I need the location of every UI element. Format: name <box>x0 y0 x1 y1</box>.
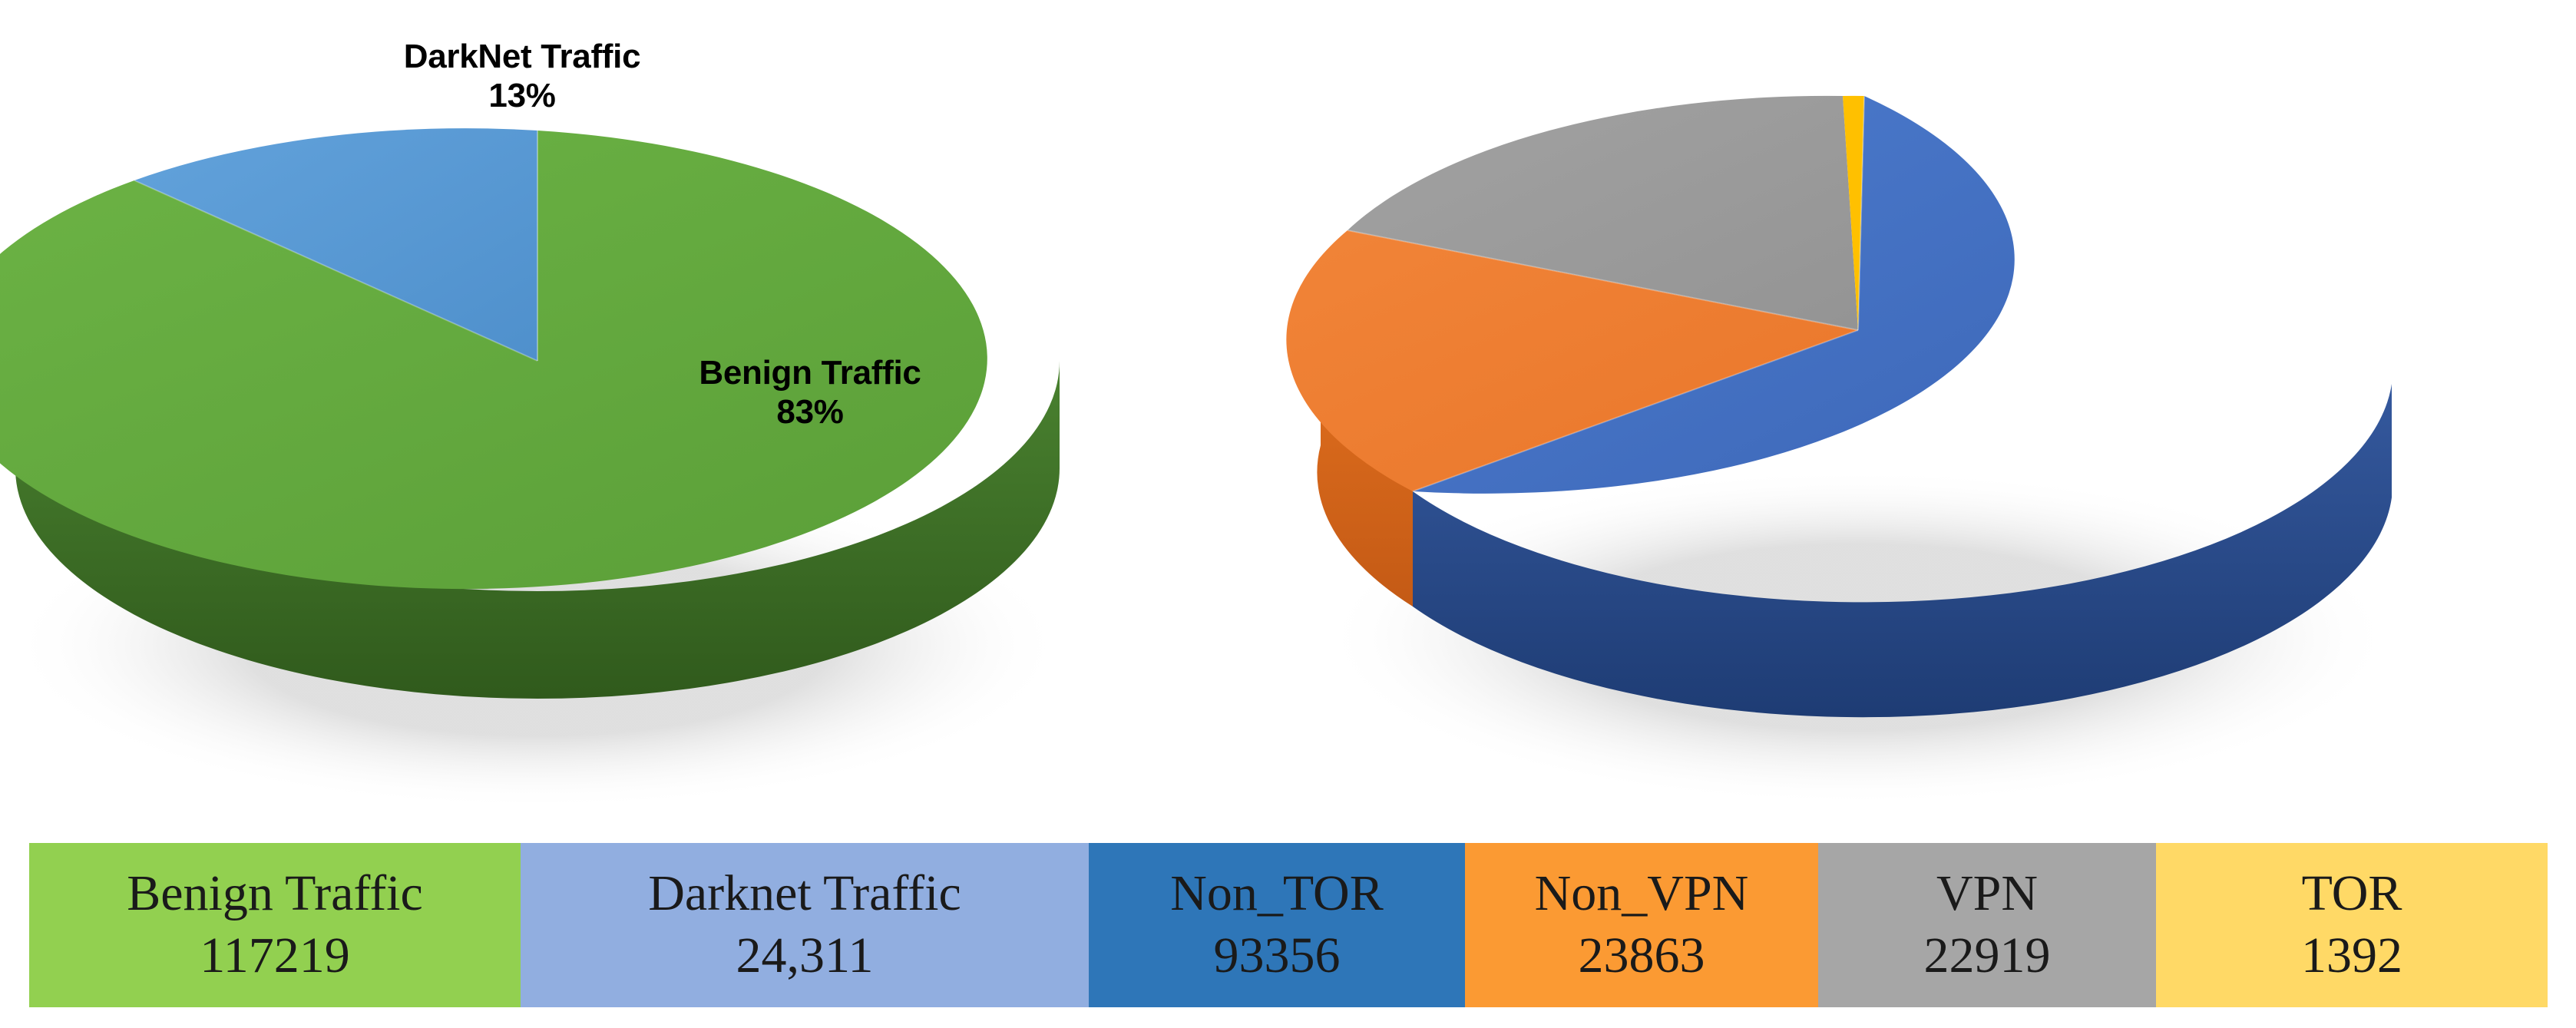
pie-chart-benign-vs-darknet: DarkNet Traffic 13% Benign Traffic 83% <box>0 0 1259 837</box>
legend-value-vpn: 22919 <box>1923 927 2051 983</box>
legend-name-non-vpn: Non_VPN <box>1534 865 1749 922</box>
legend-cell-non-tor: Non_TOR 93356 <box>1089 843 1465 1007</box>
legend-cell-tor: TOR 1392 <box>2156 843 2548 1007</box>
pie-right-svg <box>1286 95 2396 806</box>
legend-value-darknet-traffic: 24,311 <box>736 927 874 983</box>
pie-left-label-darknet: DarkNet Traffic 13% <box>361 37 683 115</box>
pie-charts-figure: DarkNet Traffic 13% Benign Traffic 83% B… <box>0 0 2576 1028</box>
pie-left-label-benign: Benign Traffic 83% <box>656 353 964 431</box>
legend-name-non-tor: Non_TOR <box>1170 865 1384 922</box>
pie-left-label-darknet-percent: 13% <box>488 77 556 115</box>
pie-left-label-benign-name: Benign Traffic <box>699 354 921 392</box>
legend-name-tor: TOR <box>2301 865 2402 922</box>
legend-cell-non-vpn: Non_VPN 23863 <box>1465 843 1818 1007</box>
legend-cell-darknet-traffic: Darknet Traffic 24,311 <box>521 843 1089 1007</box>
legend-value-non-vpn: 23863 <box>1578 927 1705 983</box>
legend-value-benign-traffic: 117219 <box>200 927 350 983</box>
legend-value-non-tor: 93356 <box>1213 927 1341 983</box>
pie-left-label-darknet-name: DarkNet Traffic <box>403 38 641 75</box>
pie-chart-darknet-composition: VPN 16% TOR 1% Non_VPN 17% Non_TOR 66% <box>1275 0 2576 837</box>
pie-charts-row: DarkNet Traffic 13% Benign Traffic 83% <box>0 0 2576 837</box>
legend-value-tor: 1392 <box>2301 927 2402 983</box>
legend-name-darknet-traffic: Darknet Traffic <box>648 865 961 922</box>
legend-name-benign-traffic: Benign Traffic <box>127 865 423 922</box>
pie-left-label-benign-percent: 83% <box>776 393 844 431</box>
pie-left-svg <box>0 128 1067 810</box>
legend-name-vpn: VPN <box>1936 865 2039 922</box>
legend-table: Benign Traffic 117219 Darknet Traffic 24… <box>29 843 2548 1007</box>
legend-cell-vpn: VPN 22919 <box>1818 843 2156 1007</box>
legend-cell-benign-traffic: Benign Traffic 117219 <box>29 843 521 1007</box>
